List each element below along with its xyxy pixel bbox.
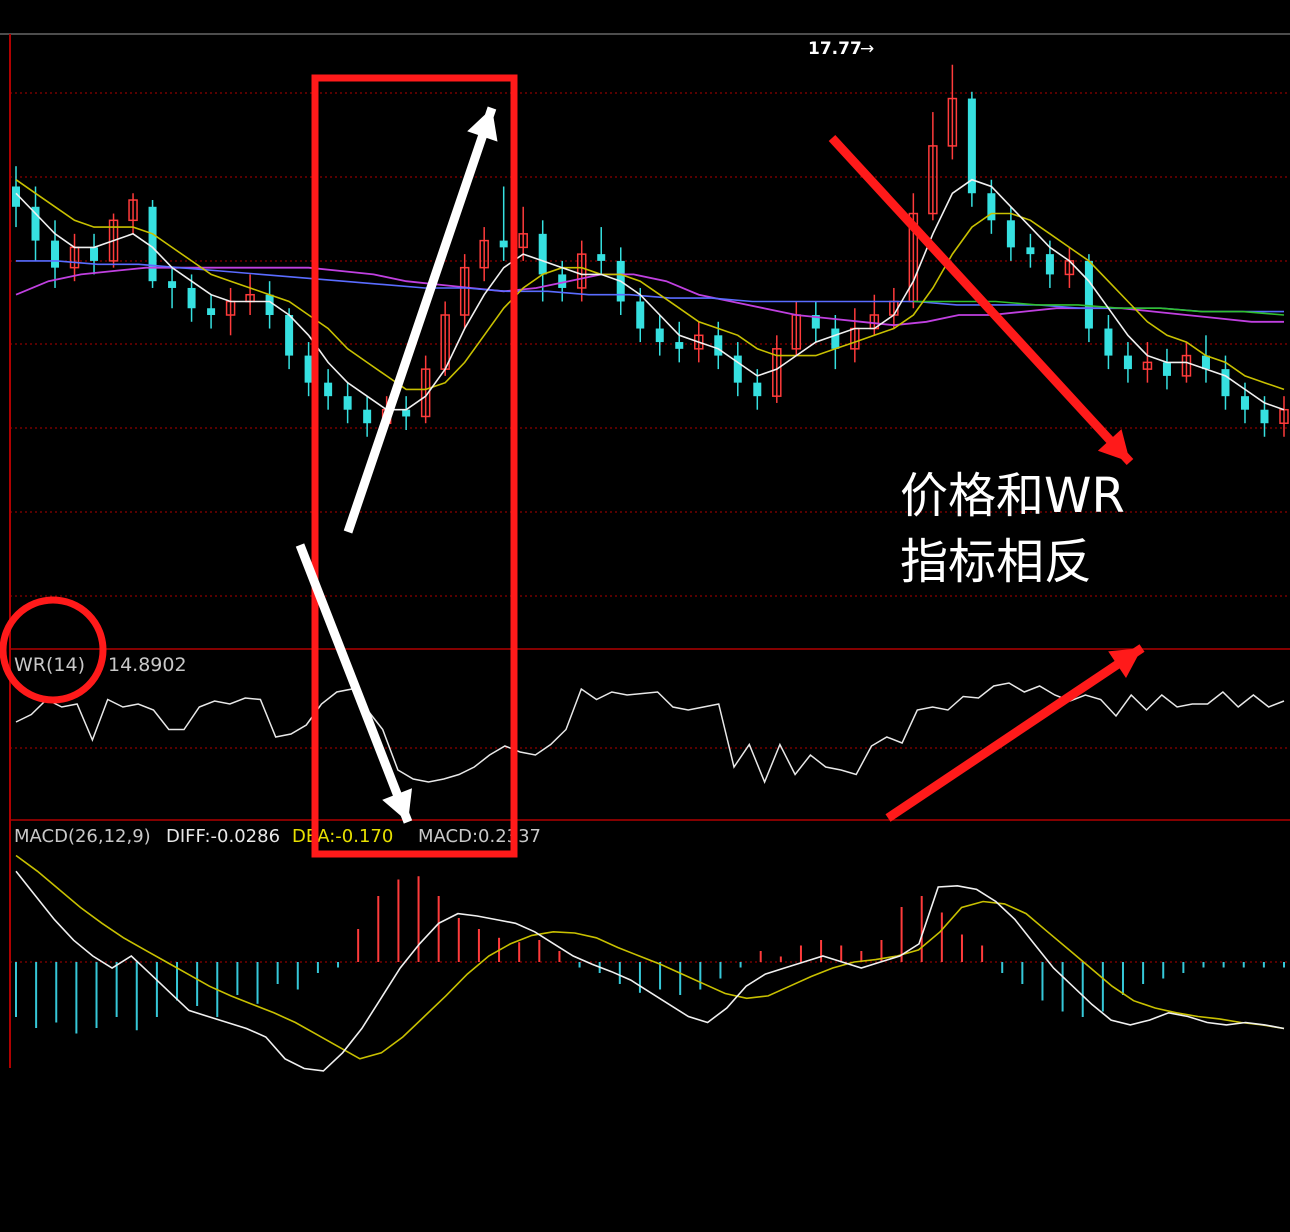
candle-body bbox=[597, 254, 606, 261]
candle-body bbox=[1260, 409, 1269, 424]
peak-label: 17.77 bbox=[808, 39, 862, 59]
dea-line bbox=[15, 854, 1285, 1060]
candle-body bbox=[304, 355, 313, 383]
candle-body bbox=[402, 409, 411, 417]
annotation-line2: 指标相反 bbox=[900, 534, 1092, 590]
candle-body bbox=[343, 396, 352, 410]
highlight-box bbox=[311, 74, 518, 858]
candle-body bbox=[51, 240, 60, 268]
candle-body bbox=[1162, 362, 1171, 376]
candle-body bbox=[168, 281, 177, 288]
candle-body bbox=[636, 301, 645, 329]
candle-body bbox=[187, 287, 196, 309]
wr-up-arrow-shaft bbox=[885, 644, 1145, 822]
macd-panel bbox=[15, 854, 1285, 1072]
candle-body bbox=[1104, 328, 1113, 356]
candle-body bbox=[1084, 260, 1093, 329]
candle-body bbox=[499, 240, 508, 248]
candles-layer bbox=[12, 64, 1289, 437]
ma-white-line bbox=[15, 178, 1285, 411]
wr-panel bbox=[15, 682, 1285, 784]
wr-value: 14.8902 bbox=[108, 654, 187, 676]
candle-body bbox=[285, 315, 294, 356]
candle-body bbox=[831, 328, 840, 349]
stock-chart: 17.77 → WR(14) 14.8902 MACD(26,12,9) DIF… bbox=[0, 33, 1290, 1072]
candle-body bbox=[324, 382, 333, 397]
candle-body bbox=[31, 206, 40, 241]
candle-body bbox=[1201, 355, 1210, 370]
candle-body bbox=[207, 308, 216, 316]
moving-averages-layer bbox=[15, 178, 1285, 411]
candle-body bbox=[714, 335, 723, 356]
diff-label: DIFF:-0.0286 bbox=[166, 826, 280, 847]
candle-body bbox=[1026, 247, 1035, 255]
dea-label: DEA:-0.170 bbox=[292, 826, 393, 847]
peak-arrow-icon: → bbox=[860, 39, 874, 59]
price-grid bbox=[0, 33, 1290, 1068]
candle-body bbox=[90, 247, 99, 261]
candle-body bbox=[148, 206, 157, 282]
candle-body bbox=[363, 409, 372, 424]
candle-body bbox=[655, 328, 664, 343]
candle-body bbox=[1240, 396, 1249, 410]
candle-body bbox=[675, 342, 684, 349]
candle-body bbox=[1221, 369, 1230, 397]
candle-body bbox=[538, 233, 547, 275]
wr-circle bbox=[0, 596, 107, 704]
wr-label: WR(14) bbox=[14, 654, 85, 676]
ma-yellow-line bbox=[15, 179, 1285, 391]
annotation-line1: 价格和WR bbox=[900, 468, 1125, 524]
candle-body bbox=[1045, 254, 1054, 275]
candle-body bbox=[265, 294, 274, 316]
macd-label: MACD(26,12,9) bbox=[14, 826, 151, 847]
candle-body bbox=[1006, 220, 1015, 248]
candle-body bbox=[1123, 355, 1132, 370]
macd-value-label: MACD:0.2337 bbox=[418, 826, 541, 847]
wr-line bbox=[15, 682, 1285, 784]
candle-body bbox=[753, 382, 762, 397]
